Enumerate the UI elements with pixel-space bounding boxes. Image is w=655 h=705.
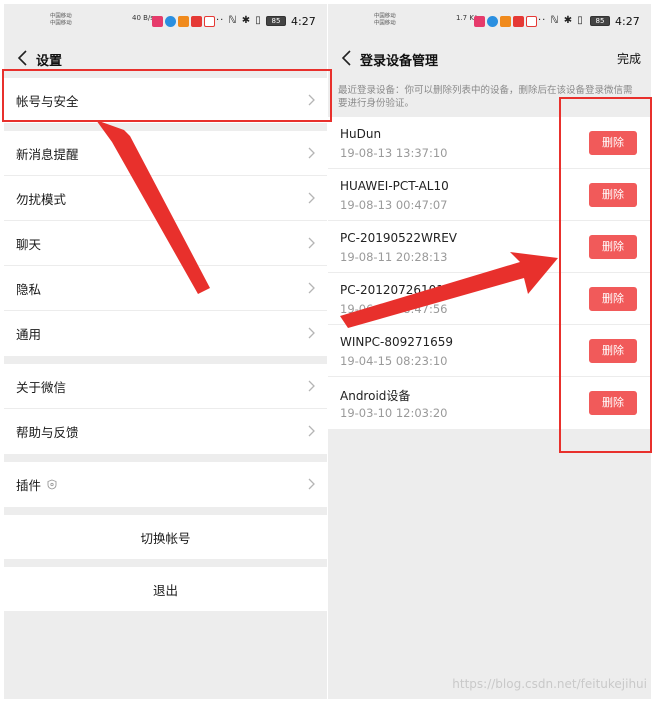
device-name: HuDun [340, 127, 382, 141]
carrier-labels: 中国移动 中国移动 [50, 13, 72, 27]
done-button[interactable]: 完成 [617, 50, 641, 67]
app-icon [513, 16, 524, 27]
status-bar: 中国移动 中国移动 1.7 K/s ·· ℕ ✱ ▯ 85 4:27 [328, 4, 651, 40]
settings-screen: 中国移动 中国移动 40 B/s ·· ℕ ✱ ▯ 85 4:27 设置 帐号与… [4, 4, 327, 699]
chevron-right-icon [308, 237, 315, 249]
chevron-right-icon [308, 192, 315, 204]
clock: 4:27 [291, 15, 316, 28]
device-row: WINPC-809271659 19-04-15 08:23:10 删除 [328, 325, 651, 377]
battery-icon: 85 [590, 16, 610, 26]
system-icons: ·· ℕ ✱ ▯ [216, 15, 262, 26]
shield-icon [47, 479, 57, 490]
delete-device-button[interactable]: 删除 [589, 131, 637, 155]
network-speed: 40 B/s [132, 14, 154, 22]
settings-navbar: 设置 [4, 40, 327, 76]
device-row: Android设备 19-03-10 12:03:20 删除 [328, 377, 651, 429]
chevron-right-icon [308, 94, 315, 106]
chevron-right-icon [308, 380, 315, 392]
settings-item-label: 帮助与反馈 [16, 425, 79, 440]
chevron-right-icon [308, 327, 315, 339]
settings-item-help[interactable]: 帮助与反馈 [4, 409, 327, 454]
delete-device-button[interactable]: 删除 [589, 235, 637, 259]
notification-icons [474, 16, 537, 27]
device-row: PC-20190522WREV 19-08-11 20:28:13 删除 [328, 221, 651, 273]
chevron-right-icon [308, 425, 315, 437]
device-row: HUAWEI-PCT-AL10 19-08-13 00:47:07 删除 [328, 169, 651, 221]
device-name: WINPC-809271659 [340, 335, 454, 349]
system-icons: ·· ℕ ✱ ▯ [538, 15, 584, 26]
settings-item-chat[interactable]: 聊天 [4, 221, 327, 266]
settings-item-about[interactable]: 关于微信 [4, 364, 327, 409]
carrier-2: 中国移动 [50, 20, 72, 27]
settings-item-label: 聊天 [16, 236, 42, 252]
clock: 4:27 [615, 15, 640, 28]
settings-item-label: 新消息提醒 [16, 146, 79, 162]
device-list: HuDun 19-08-13 13:37:10 删除 HUAWEI-PCT-AL… [328, 117, 651, 429]
settings-group-account: 帐号与安全 [4, 78, 327, 123]
device-login-time: 19-08-11 20:28:13 [340, 250, 448, 264]
device-name: Android设备 [340, 389, 411, 403]
settings-item-label-wrap: 插件 [16, 475, 57, 494]
device-login-time: 19-03-10 12:03:20 [340, 406, 448, 420]
settings-group-about: 关于微信 帮助与反馈 [4, 364, 327, 454]
settings-item-general[interactable]: 通用 [4, 311, 327, 356]
settings-group-general: 新消息提醒 勿扰模式 聊天 隐私 通用 [4, 131, 327, 356]
settings-item-label: 勿扰模式 [16, 191, 67, 207]
app-icon [152, 16, 163, 27]
settings-group-plugins: 插件 [4, 462, 327, 507]
settings-item-label: 通用 [16, 327, 42, 342]
device-name: PC-20190522WREV [340, 231, 458, 245]
carrier-1: 中国移动 [374, 13, 396, 20]
delete-device-button[interactable]: 删除 [589, 339, 637, 363]
settings-item-label: 隐私 [16, 281, 42, 297]
device-login-time: 19-04-15 08:23:10 [340, 354, 448, 368]
settings-item-dnd[interactable]: 勿扰模式 [4, 176, 327, 221]
carrier-2: 中国移动 [374, 20, 396, 27]
settings-item-account-security[interactable]: 帐号与安全 [4, 78, 327, 123]
settings-item-label: 帐号与安全 [16, 94, 79, 109]
page-title: 设置 [36, 54, 63, 69]
settings-item-new-message[interactable]: 新消息提醒 [4, 131, 327, 176]
app-icon [526, 16, 537, 27]
device-login-time: 19-06-18 08:47:56 [340, 302, 448, 316]
chevron-right-icon [308, 147, 315, 159]
device-login-time: 19-08-13 13:37:10 [340, 146, 448, 160]
device-management-screen: 中国移动 中国移动 1.7 K/s ·· ℕ ✱ ▯ 85 4:27 登录设备管… [328, 4, 651, 699]
app-icon [178, 16, 189, 27]
delete-device-button[interactable]: 删除 [589, 391, 637, 415]
devices-navbar: 登录设备管理 完成 [328, 40, 651, 76]
settings-item-privacy[interactable]: 隐私 [4, 266, 327, 311]
app-icon [191, 16, 202, 27]
carrier-1: 中国移动 [50, 13, 72, 20]
status-bar: 中国移动 中国移动 40 B/s ·· ℕ ✱ ▯ 85 4:27 [4, 4, 327, 40]
notification-icons [152, 16, 215, 27]
settings-item-label: 关于微信 [16, 379, 67, 395]
device-login-time: 19-08-13 00:47:07 [340, 198, 448, 212]
back-arrow-icon[interactable] [340, 49, 354, 67]
app-icon [204, 16, 215, 27]
app-icon [500, 16, 511, 27]
page-title: 登录设备管理 [360, 54, 439, 69]
settings-item-plugins[interactable]: 插件 [4, 462, 327, 507]
battery-icon: 85 [266, 16, 286, 26]
app-icon [165, 16, 176, 27]
device-notice: 最近登录设备：你可以删除列表中的设备，删除后在该设备登录微信需要进行身份验证。 [338, 85, 633, 109]
app-icon [474, 16, 485, 27]
app-icon [487, 16, 498, 27]
settings-item-label: 插件 [16, 478, 42, 493]
switch-account-button[interactable]: 切换帐号 [4, 515, 327, 559]
delete-device-button[interactable]: 删除 [589, 287, 637, 311]
carrier-labels: 中国移动 中国移动 [374, 13, 396, 27]
device-name: HUAWEI-PCT-AL10 [340, 179, 449, 193]
device-row: HuDun 19-08-13 13:37:10 删除 [328, 117, 651, 169]
watermark: https://blog.csdn.net/feitukejihui [452, 677, 647, 691]
device-row: PC-201207261016 19-06-18 08:47:56 删除 [328, 273, 651, 325]
logout-button[interactable]: 退出 [4, 567, 327, 611]
chevron-right-icon [308, 282, 315, 294]
chevron-right-icon [308, 478, 315, 490]
device-name: PC-201207261016 [340, 283, 452, 297]
delete-device-button[interactable]: 删除 [589, 183, 637, 207]
back-arrow-icon[interactable] [16, 49, 30, 67]
